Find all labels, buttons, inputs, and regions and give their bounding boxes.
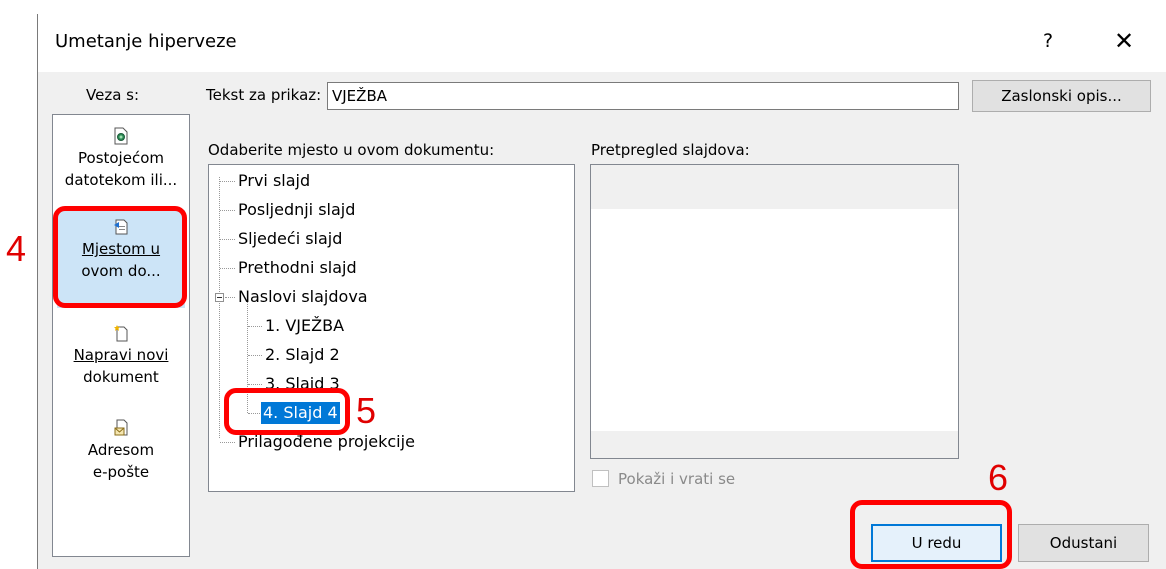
tree-item[interactable]: 2. Slajd 2 xyxy=(263,344,342,366)
nav-existing-file[interactable]: Postojećom datotekom ili... xyxy=(57,123,185,203)
title-bar: Umetanje hiperveze ? ✕ xyxy=(38,14,1166,72)
collapse-toggle[interactable] xyxy=(215,293,224,302)
tree-connector xyxy=(248,355,262,356)
tree-connector xyxy=(225,297,235,298)
tree-item[interactable]: 1. VJEŽBA xyxy=(263,315,346,337)
screentip-button[interactable]: Zaslonski opis... xyxy=(972,80,1151,112)
tree-connector xyxy=(219,177,220,438)
tree-item[interactable]: Prethodni slajd xyxy=(236,257,359,279)
close-button[interactable]: ✕ xyxy=(1105,26,1143,56)
tree-connector xyxy=(220,268,235,269)
annotation-number-step6: 6 xyxy=(988,457,1009,498)
tree-connector xyxy=(248,384,262,385)
link-with-panel: Postojećom datotekom ili... Mjestom u ov… xyxy=(52,114,190,557)
place-in-document-tree[interactable]: Prvi slajd Posljednji slajd Sljedeći sla… xyxy=(208,164,575,492)
tree-item[interactable]: Sljedeći slajd xyxy=(236,228,344,250)
tree-connector xyxy=(220,239,235,240)
tree-item[interactable]: Naslovi slajdova xyxy=(236,286,370,308)
annotation-highlight-step6 xyxy=(850,500,1012,569)
show-and-return-checkbox[interactable] xyxy=(592,470,609,487)
help-button[interactable]: ? xyxy=(1033,26,1063,56)
tree-connector xyxy=(220,181,235,182)
nav-email-address-line2: e-pošte xyxy=(92,463,150,481)
nav-existing-file-line1: Postojećom xyxy=(78,149,164,167)
email-address-icon xyxy=(114,419,128,436)
nav-email-address[interactable]: Adresom e-pošte xyxy=(57,415,185,495)
tree-item[interactable]: Prvi slajd xyxy=(236,170,312,192)
text-to-display-label: Tekst za prikaz: xyxy=(206,86,322,104)
annotation-number-step5: 5 xyxy=(356,390,377,431)
nav-create-new-document-line1: Napravi novi xyxy=(73,346,169,364)
cancel-button[interactable]: Odustani xyxy=(1018,524,1149,562)
dialog-title: Umetanje hiperveze xyxy=(55,31,237,52)
show-and-return-label: Pokaži i vrati se xyxy=(618,470,736,488)
nav-create-new-document-line2: dokument xyxy=(83,368,159,386)
slide-preview-area xyxy=(591,209,958,431)
new-document-icon xyxy=(114,325,128,342)
existing-file-icon xyxy=(114,127,128,145)
tree-item[interactable]: Posljednji slajd xyxy=(236,199,357,221)
tree-connector xyxy=(220,442,235,443)
nav-existing-file-line2: datotekom ili... xyxy=(64,171,178,189)
annotation-number-step4: 4 xyxy=(6,228,27,269)
nav-email-address-line1: Adresom xyxy=(87,441,155,459)
slide-preview-pane xyxy=(590,164,959,459)
slide-preview-label: Pretpregled slajdova: xyxy=(591,141,750,159)
text-to-display-input[interactable] xyxy=(327,82,959,110)
nav-create-new-document[interactable]: Napravi novi dokument xyxy=(57,320,185,400)
tree-connector xyxy=(248,326,262,327)
annotation-highlight-step5 xyxy=(224,388,350,435)
annotation-highlight-step4 xyxy=(53,206,187,308)
place-in-document-label: Odaberite mjesto u ovom dokumentu: xyxy=(208,141,495,159)
tree-connector xyxy=(220,210,235,211)
link-with-label: Veza s: xyxy=(86,86,140,104)
